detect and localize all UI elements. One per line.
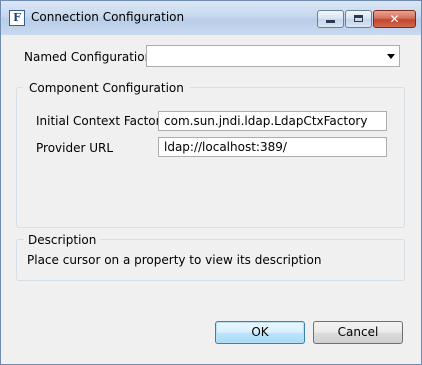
ok-button[interactable]: OK bbox=[215, 321, 305, 344]
initial-context-factory-label: Initial Context Factory bbox=[36, 114, 168, 128]
component-configuration-legend: Component Configuration bbox=[23, 81, 190, 95]
cancel-button[interactable]: Cancel bbox=[313, 321, 403, 344]
minimize-button[interactable] bbox=[317, 10, 344, 28]
close-button[interactable]: ✕ bbox=[373, 10, 416, 28]
title-bar[interactable]: F Connection Configuration ✕ bbox=[1, 1, 421, 35]
initial-context-factory-field[interactable]: com.sun.jndi.ldap.LdapCtxFactory bbox=[158, 111, 387, 131]
minimize-icon bbox=[326, 20, 335, 23]
dialog-window: F Connection Configuration ✕ Named Confi… bbox=[0, 0, 422, 365]
named-configuration-label: Named Configuration bbox=[24, 50, 153, 64]
window-title: Connection Configuration bbox=[31, 10, 185, 24]
chevron-down-icon bbox=[387, 54, 395, 59]
app-icon: F bbox=[9, 10, 25, 26]
dialog-body: Named Configuration Component Configurat… bbox=[9, 36, 413, 356]
description-legend: Description bbox=[24, 233, 101, 247]
component-configuration-group bbox=[16, 87, 405, 228]
provider-url-field[interactable]: ldap://localhost:389/ bbox=[158, 137, 387, 157]
named-configuration-dropdown[interactable] bbox=[146, 45, 400, 67]
maximize-icon bbox=[354, 15, 363, 22]
maximize-button[interactable] bbox=[345, 10, 372, 28]
close-icon: ✕ bbox=[389, 12, 400, 26]
description-text: Place cursor on a property to view its d… bbox=[27, 253, 322, 267]
provider-url-label: Provider URL bbox=[36, 141, 114, 155]
